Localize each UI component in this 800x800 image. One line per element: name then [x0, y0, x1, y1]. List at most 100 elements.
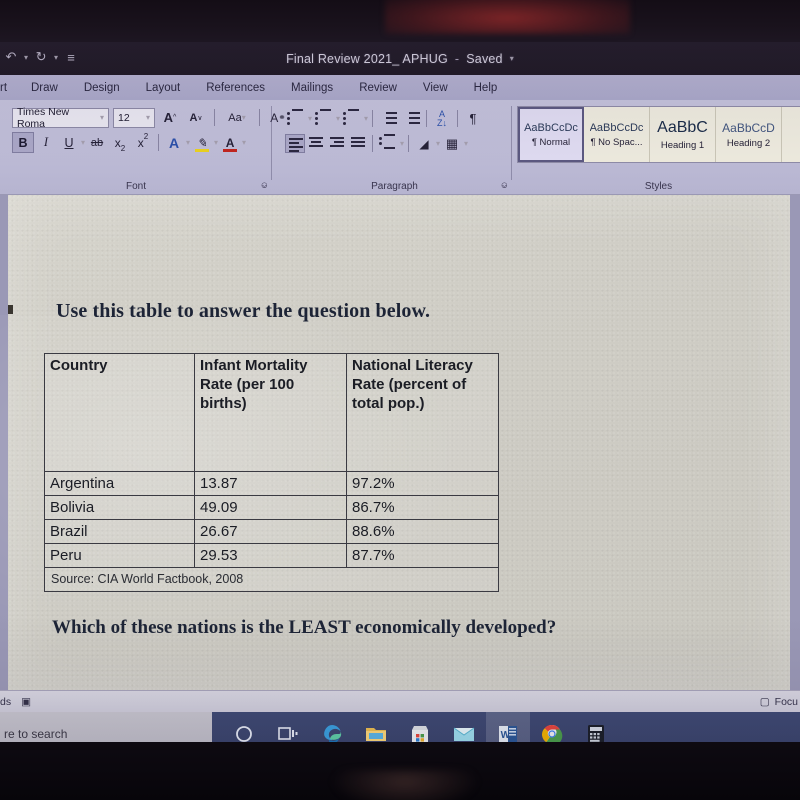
cortana-icon — [236, 726, 252, 742]
taskbar-item-task-view[interactable] — [266, 712, 310, 742]
bezel-reflection-bottom — [330, 770, 480, 800]
taskbar-item-google-chrome[interactable] — [530, 712, 574, 742]
shading-icon[interactable]: ◢ — [413, 133, 435, 154]
font-size-chevron-down-icon[interactable]: ▾ — [146, 113, 150, 122]
style-heading-1[interactable]: AaBbC Heading 1 — [650, 107, 716, 162]
change-case-icon[interactable]: Aa ▾ — [222, 107, 252, 128]
cell-infant-mortality: 49.09 — [194, 495, 347, 520]
strikethrough-button[interactable]: ab — [86, 132, 108, 153]
style-heading-2[interactable]: AaBbCcD Heading 2 — [716, 107, 782, 162]
bold-button[interactable]: B — [12, 132, 34, 153]
style-no-spacing[interactable]: AaBbCcDc ¶ No Spac... — [584, 107, 650, 162]
divider — [426, 110, 428, 127]
accessibility-check-icon[interactable]: ▣ — [21, 696, 31, 708]
subscript-button[interactable]: x2 — [109, 132, 131, 154]
ribbon-tab-strip: rt Draw Design Layout References Mailing… — [0, 75, 800, 100]
word-application-window: ↶ ▾ ↻ ▾ ≡ Final Review 2021_ APHUG - Sav… — [0, 42, 800, 742]
taskbar-item-mail[interactable] — [442, 712, 486, 742]
justify-icon[interactable] — [348, 134, 368, 153]
table-source: Source: CIA World Factbook, 2008 — [44, 567, 499, 592]
underline-chevron-down-icon[interactable]: ▾ — [81, 138, 85, 147]
line-spacing-icon[interactable] — [377, 134, 399, 153]
numbering-chevron-down-icon[interactable]: ▾ — [336, 114, 340, 123]
numbering-icon[interactable] — [313, 109, 335, 128]
increase-indent-icon[interactable] — [400, 109, 422, 128]
styles-gallery: AaBbCcDc ¶ Normal AaBbCcDc ¶ No Spac... … — [517, 106, 800, 163]
microsoft-edge-icon — [324, 725, 342, 742]
focus-mode-icon[interactable]: ▢ — [760, 696, 770, 708]
laptop-bezel-top — [0, 0, 800, 42]
paragraph-row-primary: ▾ ▾ ▾ A Z↓ ¶ — [285, 108, 484, 129]
multilevel-list-chevron-down-icon[interactable]: ▾ — [364, 114, 368, 123]
save-state-label[interactable]: Saved — [466, 52, 502, 66]
cell-country: Peru — [44, 543, 195, 568]
tab-design[interactable]: Design — [71, 75, 133, 100]
taskbar-item-microsoft-store[interactable] — [398, 712, 442, 742]
style-next-clipped[interactable]: A — [782, 107, 800, 162]
cell-country: Brazil — [44, 519, 195, 544]
font-color-chevron-down-icon[interactable]: ▾ — [242, 138, 246, 147]
margin-marker — [8, 305, 13, 314]
taskbar-search-input[interactable]: re to search — [0, 712, 212, 742]
bullets-icon[interactable] — [285, 109, 307, 128]
taskbar-item-cortana[interactable] — [222, 712, 266, 742]
header-infant-mortality-rate: Infant Mortality Rate (per 100 births) — [194, 353, 347, 472]
font-size-combobox[interactable]: 12 ▾ — [113, 107, 155, 128]
document-page[interactable]: Use this table to answer the question be… — [0, 195, 790, 707]
tab-insert[interactable]: rt — [0, 75, 18, 100]
style-label: ¶ No Spac... — [590, 136, 643, 148]
sort-icon[interactable]: A Z↓ — [431, 108, 453, 129]
borders-icon[interactable]: ▦ — [441, 133, 463, 154]
ribbon-group-paragraph: ▾ ▾ ▾ A Z↓ ¶ ▾ ◢ ▾ ▦ ▾ Paragraph ⎉ — [277, 100, 512, 195]
document-title: Final Review 2021_ APHUG - Saved ▾ — [0, 42, 800, 75]
bullets-chevron-down-icon[interactable]: ▾ — [308, 114, 312, 123]
tab-review[interactable]: Review — [346, 75, 410, 100]
status-words-label[interactable]: ds — [0, 696, 11, 708]
shrink-font-icon[interactable]: A ∨ — [185, 107, 207, 128]
paragraph-group-label: Paragraph — [371, 181, 418, 192]
document-title-text: Final Review 2021_ APHUG — [286, 51, 448, 66]
taskbar-icon-list: W — [222, 712, 618, 742]
save-state-chevron-down-icon[interactable]: ▾ — [510, 54, 514, 63]
file-explorer-icon — [366, 728, 386, 741]
decrease-indent-icon[interactable] — [377, 109, 399, 128]
font-name-chevron-down-icon[interactable]: ▾ — [100, 113, 104, 122]
font-color-icon[interactable]: A — [219, 132, 241, 153]
text-effects-chevron-down-icon[interactable]: ▾ — [186, 138, 190, 147]
status-bar: ds ▣ ▢ Focu — [0, 690, 800, 712]
align-right-icon[interactable] — [327, 134, 347, 153]
tab-layout[interactable]: Layout — [133, 75, 194, 100]
underline-button[interactable]: U — [58, 132, 80, 153]
tab-view[interactable]: View — [410, 75, 461, 100]
font-name-combobox[interactable]: Times New Roma ▾ — [12, 106, 109, 130]
font-dialog-launcher-icon[interactable]: ⎉ — [261, 180, 268, 191]
focus-mode-label[interactable]: Focu — [775, 696, 798, 708]
cell-infant-mortality: 13.87 — [194, 471, 347, 496]
tab-draw[interactable]: Draw — [18, 75, 71, 100]
borders-chevron-down-icon[interactable]: ▾ — [464, 139, 468, 148]
style-label: Heading 2 — [726, 137, 771, 149]
superscript-button[interactable]: x2 — [132, 132, 154, 153]
multilevel-list-icon[interactable] — [341, 109, 363, 128]
taskbar-item-microsoft-edge[interactable] — [310, 712, 354, 742]
data-table: Country Infant Mortality Rate (per 100 b… — [44, 353, 499, 592]
tab-mailings[interactable]: Mailings — [278, 75, 346, 100]
shading-chevron-down-icon[interactable]: ▾ — [436, 139, 440, 148]
align-center-icon[interactable] — [306, 134, 326, 153]
taskbar-item-calculator[interactable] — [574, 712, 618, 742]
show-formatting-marks-icon[interactable]: ¶ — [462, 108, 484, 129]
line-spacing-chevron-down-icon[interactable]: ▾ — [400, 139, 404, 148]
grow-font-icon[interactable]: A ^ — [159, 107, 181, 128]
text-highlight-color-icon[interactable]: ✎ — [191, 132, 213, 153]
taskbar-item-microsoft-word[interactable]: W — [486, 712, 530, 742]
text-effects-icon[interactable]: A — [163, 132, 185, 153]
style-normal[interactable]: AaBbCcDc ¶ Normal — [518, 107, 584, 162]
document-canvas[interactable]: Use this table to answer the question be… — [0, 195, 800, 707]
tab-help[interactable]: Help — [461, 75, 511, 100]
highlight-chevron-down-icon[interactable]: ▾ — [214, 138, 218, 147]
align-left-icon[interactable] — [285, 134, 305, 153]
tab-references[interactable]: References — [193, 75, 278, 100]
taskbar-item-file-explorer[interactable] — [354, 712, 398, 742]
paragraph-dialog-launcher-icon[interactable]: ⎉ — [501, 180, 508, 191]
italic-button[interactable]: I — [35, 132, 57, 153]
